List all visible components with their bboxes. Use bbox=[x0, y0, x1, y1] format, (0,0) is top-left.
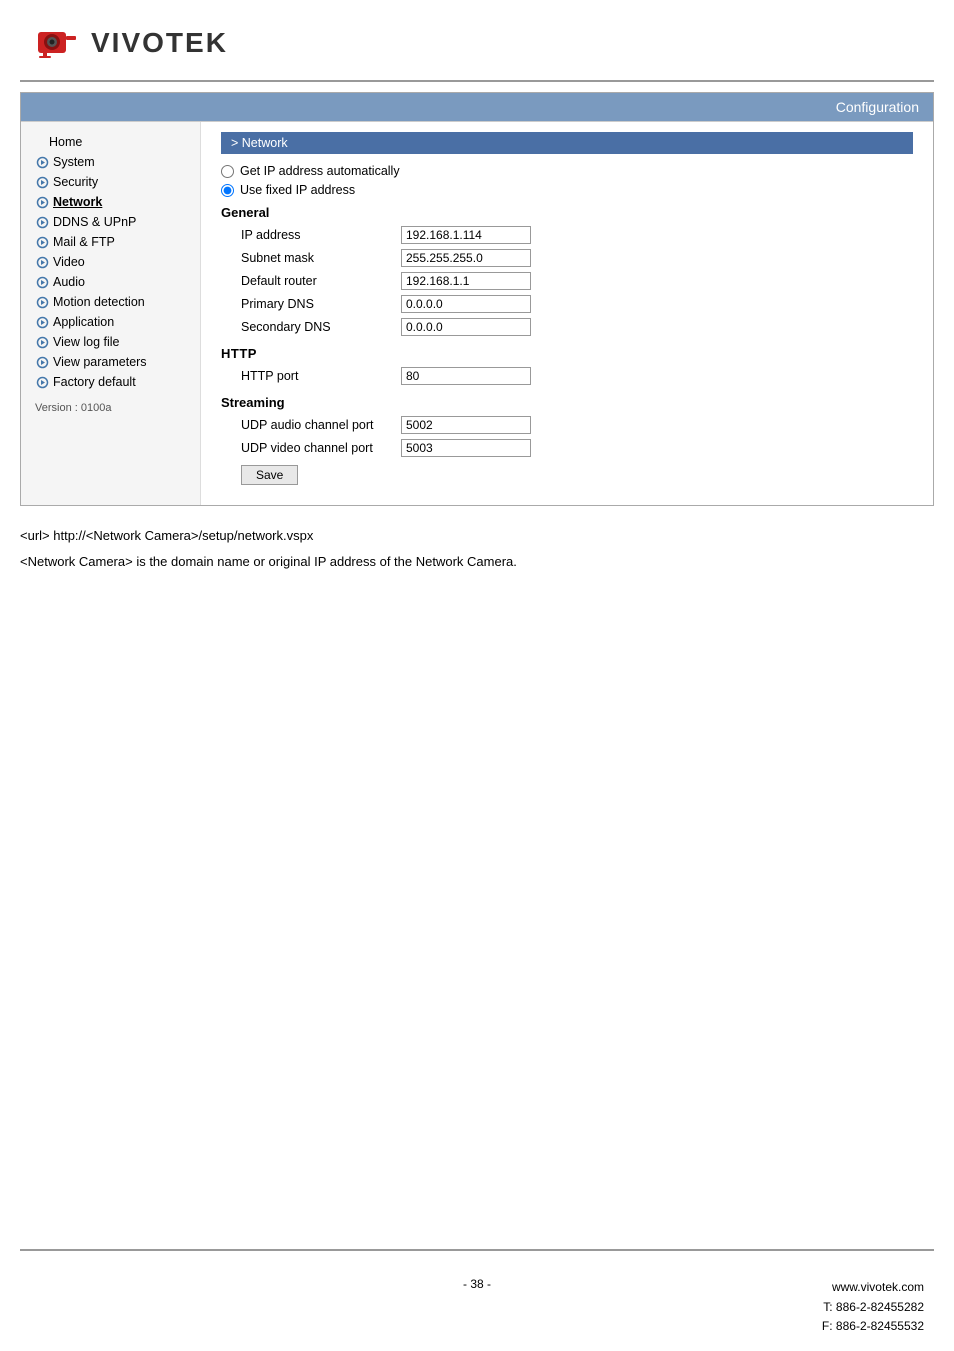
sidebar-label-motion: Motion detection bbox=[53, 295, 145, 309]
sidebar-item-video[interactable]: Video bbox=[21, 252, 200, 272]
sidebar-item-home[interactable]: Home bbox=[21, 132, 200, 152]
default-router-input[interactable] bbox=[401, 272, 531, 290]
radio-fixed-label[interactable]: Use fixed IP address bbox=[240, 183, 355, 197]
sidebar-label-factory: Factory default bbox=[53, 375, 136, 389]
radio-auto[interactable] bbox=[221, 165, 234, 178]
bullet-icon-motion bbox=[35, 295, 49, 309]
field-row-udp-video: UDP video channel port bbox=[221, 439, 913, 457]
url-line: <url> http://<Network Camera>/setup/netw… bbox=[20, 526, 934, 547]
radio-auto-label[interactable]: Get IP address automatically bbox=[240, 164, 400, 178]
content-area: > Network Get IP address automatically U… bbox=[201, 122, 933, 505]
company-info: www.vivotek.com T: 886-2-82455282 F: 886… bbox=[822, 1278, 924, 1336]
top-divider bbox=[20, 80, 934, 82]
sidebar-item-ddns[interactable]: DDNS & UPnP bbox=[21, 212, 200, 232]
sidebar-label-network: Network bbox=[53, 195, 102, 209]
bullet-icon-ddns bbox=[35, 215, 49, 229]
sidebar-label-viewlog: View log file bbox=[53, 335, 119, 349]
bullet-icon-viewlog bbox=[35, 335, 49, 349]
field-row-subnet: Subnet mask bbox=[221, 249, 913, 267]
page-number: - 38 - bbox=[463, 1277, 491, 1291]
page-footer: - 38 - bbox=[0, 1277, 954, 1291]
field-label-udp-audio: UDP audio channel port bbox=[241, 418, 401, 432]
sidebar-label-viewparams: View parameters bbox=[53, 355, 147, 369]
company-phone: T: 886-2-82455282 bbox=[822, 1298, 924, 1317]
sidebar-item-factory[interactable]: Factory default bbox=[21, 372, 200, 392]
primary-dns-input[interactable] bbox=[401, 295, 531, 313]
ip-radio-group: Get IP address automatically Use fixed I… bbox=[221, 164, 913, 197]
general-label: General bbox=[221, 205, 913, 220]
sidebar-home-label: Home bbox=[49, 135, 82, 149]
bullet-icon-audio bbox=[35, 275, 49, 289]
udp-audio-port-input[interactable] bbox=[401, 416, 531, 434]
bullet-icon-application bbox=[35, 315, 49, 329]
section-title-bar: > Network bbox=[221, 132, 913, 154]
logo-container: VIVOTEK bbox=[30, 20, 228, 65]
sidebar-item-viewlog[interactable]: View log file bbox=[21, 332, 200, 352]
bullet-icon-security bbox=[35, 175, 49, 189]
sidebar-label-ddns: DDNS & UPnP bbox=[53, 215, 136, 229]
sidebar-label-security: Security bbox=[53, 175, 98, 189]
bullet-icon-network bbox=[35, 195, 49, 209]
sidebar-item-application[interactable]: Application bbox=[21, 312, 200, 332]
bullet-icon-viewparams bbox=[35, 355, 49, 369]
sidebar-item-network[interactable]: Network bbox=[21, 192, 200, 212]
field-label-dns1: Primary DNS bbox=[241, 297, 401, 311]
field-label-router: Default router bbox=[241, 274, 401, 288]
sidebar-label-audio: Audio bbox=[53, 275, 85, 289]
logo-text: VIVOTEK bbox=[91, 27, 228, 59]
vivotek-logo-icon bbox=[30, 20, 85, 65]
streaming-label: Streaming bbox=[221, 395, 913, 410]
save-button[interactable]: Save bbox=[241, 465, 298, 485]
sidebar-item-viewparams[interactable]: View parameters bbox=[21, 352, 200, 372]
field-label-dns2: Secondary DNS bbox=[241, 320, 401, 334]
subnet-mask-input[interactable] bbox=[401, 249, 531, 267]
sidebar-item-system[interactable]: System bbox=[21, 152, 200, 172]
bullet-icon-mail bbox=[35, 235, 49, 249]
sidebar-item-motion[interactable]: Motion detection bbox=[21, 292, 200, 312]
sidebar-label-system: System bbox=[53, 155, 95, 169]
sidebar-item-security[interactable]: Security bbox=[21, 172, 200, 192]
field-row-http-port: HTTP port bbox=[221, 367, 913, 385]
field-label-udp-video: UDP video channel port bbox=[241, 441, 401, 455]
radio-auto-item: Get IP address automatically bbox=[221, 164, 913, 178]
field-row-dns2: Secondary DNS bbox=[221, 318, 913, 336]
version-text: Version : 0100a bbox=[21, 392, 200, 418]
radio-fixed[interactable] bbox=[221, 184, 234, 197]
secondary-dns-input[interactable] bbox=[401, 318, 531, 336]
sidebar-item-audio[interactable]: Audio bbox=[21, 272, 200, 292]
field-label-ip: IP address bbox=[241, 228, 401, 242]
field-row-router: Default router bbox=[221, 272, 913, 290]
config-header: Configuration bbox=[21, 93, 933, 121]
sidebar-label-application: Application bbox=[53, 315, 114, 329]
http-port-input[interactable] bbox=[401, 367, 531, 385]
field-row-dns1: Primary DNS bbox=[221, 295, 913, 313]
field-row-ip: IP address bbox=[221, 226, 913, 244]
section-title: > Network bbox=[231, 136, 288, 150]
logo-area: VIVOTEK bbox=[0, 0, 954, 80]
bullet-icon-factory bbox=[35, 375, 49, 389]
field-label-subnet: Subnet mask bbox=[241, 251, 401, 265]
company-website: www.vivotek.com bbox=[822, 1278, 924, 1297]
http-label: HTTP bbox=[221, 346, 913, 361]
bullet-icon-video bbox=[35, 255, 49, 269]
radio-fixed-item: Use fixed IP address bbox=[221, 183, 913, 197]
sidebar-item-mail[interactable]: Mail & FTP bbox=[21, 232, 200, 252]
sidebar-label-video: Video bbox=[53, 255, 85, 269]
save-btn-row: Save bbox=[221, 465, 913, 485]
main-wrapper: Configuration Home System Security bbox=[20, 92, 934, 506]
company-fax: F: 886-2-82455532 bbox=[822, 1317, 924, 1336]
url-description: <url> http://<Network Camera>/setup/netw… bbox=[20, 526, 934, 573]
sidebar: Home System Security Ne bbox=[21, 122, 201, 505]
udp-video-port-input[interactable] bbox=[401, 439, 531, 457]
ip-address-input[interactable] bbox=[401, 226, 531, 244]
sidebar-label-mail: Mail & FTP bbox=[53, 235, 115, 249]
desc-line: <Network Camera> is the domain name or o… bbox=[20, 552, 934, 573]
bottom-divider bbox=[20, 1249, 934, 1251]
bullet-icon-system bbox=[35, 155, 49, 169]
inner-layout: Home System Security Ne bbox=[21, 121, 933, 505]
field-row-udp-audio: UDP audio channel port bbox=[221, 416, 913, 434]
config-label: Configuration bbox=[836, 99, 919, 115]
field-label-http-port: HTTP port bbox=[241, 369, 401, 383]
